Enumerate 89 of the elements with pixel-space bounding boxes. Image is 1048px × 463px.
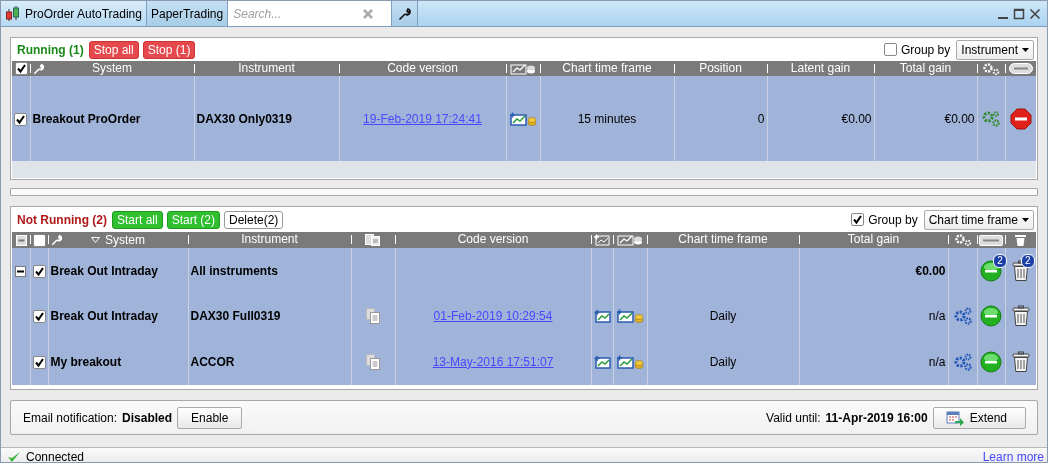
start-label-icon [979, 234, 1003, 246]
documents-icon [365, 234, 381, 247]
wrench-icon [33, 63, 45, 75]
wrench-icon [397, 6, 412, 21]
count-badge: 2 [993, 253, 1007, 268]
wrench-icon [51, 234, 63, 246]
calendar-arrow-icon [945, 409, 964, 426]
system-name: Breakout ProOrder [32, 111, 141, 126]
chart-time-frame: Daily [709, 309, 737, 323]
chart-add-icon[interactable] [593, 309, 612, 324]
instrument-name: DAX30 Only0319 [196, 111, 292, 126]
gears-icon[interactable] [952, 352, 973, 371]
extend-button[interactable]: Extend [932, 406, 1026, 429]
total-gain: n/a [928, 354, 946, 369]
gears-icon [953, 234, 972, 247]
checkbox[interactable] [32, 233, 46, 247]
valid-date: 11-Apr-2019 16:00 [825, 410, 928, 425]
app-tab[interactable]: ProOrder AutoTrading [1, 1, 147, 26]
caret-icon [1022, 47, 1029, 52]
total-gain: €0.00 [915, 263, 946, 278]
documents-icon[interactable] [365, 352, 381, 371]
gears-icon [982, 62, 1000, 75]
system-name: Break Out Intraday [50, 263, 158, 278]
settings-button[interactable] [392, 1, 419, 26]
enable-button[interactable]: Enable [177, 406, 243, 429]
caret-icon [1022, 217, 1029, 222]
chart-coins-icon[interactable] [509, 110, 537, 127]
candlestick-icon [5, 4, 21, 23]
stop-button[interactable]: Stop all [88, 40, 139, 59]
system-name: Break Out Intraday [50, 309, 158, 323]
checkbox[interactable] [32, 310, 46, 324]
chart-time-frame: Daily [709, 354, 737, 369]
chart-time-frame: 15 minutes [577, 111, 637, 126]
section-title: Running (1) [17, 42, 84, 57]
maximize-icon[interactable] [1013, 7, 1025, 20]
checkbox[interactable] [32, 264, 46, 278]
close-icon[interactable] [1029, 7, 1041, 20]
instrument-name: All instruments [190, 263, 278, 278]
gears-icon[interactable] [952, 307, 973, 325]
latent-gain: €0.00 [841, 111, 872, 126]
code-version-link[interactable]: 01-Feb-2019 10:29:54 [433, 309, 553, 323]
chart-coins-icon[interactable] [616, 353, 644, 370]
email-status: Disabled [122, 410, 173, 425]
start-button[interactable]: Start (2) [166, 210, 220, 229]
trash-icon[interactable] [1011, 305, 1030, 327]
stop-button[interactable]: Stop (1) [142, 40, 196, 59]
system-name: My breakout [50, 354, 122, 369]
code-version-link[interactable]: 19-Feb-2019 17:24:41 [363, 111, 482, 126]
checkbox[interactable] [851, 213, 865, 226]
chart-coins-icon[interactable] [616, 308, 644, 324]
search-field[interactable]: Search... [228, 1, 393, 26]
start-button-icon[interactable] [980, 350, 1002, 373]
checkbox[interactable] [14, 62, 28, 76]
documents-icon[interactable] [365, 307, 381, 325]
section-title: Not Running (2) [17, 212, 107, 227]
group-by-dropdown[interactable]: Chart time frame [923, 209, 1034, 230]
connection-status: Connected [26, 450, 85, 462]
count-badge: 2 [1020, 253, 1035, 268]
chart-add-icon [594, 234, 610, 247]
group-by-label: Group by [868, 212, 918, 227]
chart-coins-icon [510, 62, 536, 75]
delete-button[interactable]: Delete(2) [224, 210, 284, 229]
total-gain: n/a [928, 309, 946, 323]
stop-sign-icon[interactable] [1009, 107, 1032, 130]
checkbox[interactable] [32, 355, 46, 369]
learn-more-link[interactable]: Learn more [982, 450, 1044, 462]
checkbox[interactable] [14, 112, 28, 126]
stop-label-icon [1008, 63, 1033, 75]
trash-icon [1015, 234, 1026, 247]
group-by-label: Group by [900, 42, 951, 57]
instrument-name: DAX30 Full0319 [190, 309, 281, 323]
collapse-toggle[interactable] [15, 265, 27, 277]
valid-label: Valid until: [766, 410, 821, 425]
instrument-name: ACCOR [190, 354, 235, 369]
position-value: 0 [757, 111, 765, 126]
code-version-link[interactable]: 13-May-2016 17:51:07 [432, 354, 554, 369]
group-by-dropdown[interactable]: Instrument [956, 39, 1034, 60]
start-button-icon[interactable] [980, 305, 1002, 327]
sort-icon [91, 237, 100, 243]
collapse-all-icon[interactable] [15, 234, 27, 246]
total-gain: €0.00 [944, 111, 975, 126]
search-input[interactable]: Search... [233, 6, 364, 21]
checkbox[interactable] [883, 43, 897, 56]
app-tab[interactable]: PaperTrading [146, 1, 229, 26]
chart-coins-icon [617, 234, 643, 247]
email-label: Email notification: [23, 410, 118, 425]
start-button[interactable]: Start all [112, 210, 163, 229]
trash-icon[interactable] [1011, 350, 1030, 373]
chart-add-icon[interactable] [593, 354, 612, 369]
